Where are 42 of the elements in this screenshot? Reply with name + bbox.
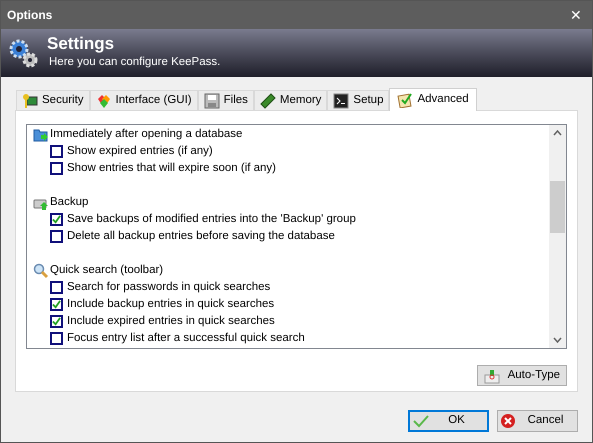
tab[interactable]: Interface (GUI) — [90, 90, 198, 110]
scroll-thumb[interactable] — [550, 180, 565, 232]
checkbox[interactable] — [50, 315, 63, 328]
folder-icon — [33, 126, 49, 142]
ok-button[interactable]: OK — [408, 410, 489, 432]
tab[interactable]: Files — [198, 90, 254, 110]
header-subtitle: Here you can configure KeePass. — [48, 55, 220, 70]
group-heading: Quick search (toolbar) — [50, 262, 164, 278]
hearts-icon — [96, 92, 112, 108]
window-title: Options — [7, 7, 52, 24]
checkmark-icon — [413, 413, 429, 429]
gears-icon — [7, 37, 39, 69]
cancel-button[interactable]: Cancel — [497, 410, 578, 432]
checkbox[interactable] — [50, 162, 63, 175]
group-heading: Immediately after opening a database — [50, 126, 242, 142]
option-label: Include backup entries in quick searches — [67, 296, 274, 312]
checkbox[interactable] — [50, 213, 63, 226]
option-label: Focus entry list after a successful quick search — [67, 330, 305, 346]
auto-type-button[interactable]: Auto-Type — [476, 365, 567, 386]
checkbox[interactable] — [50, 298, 63, 311]
option-label: Delete all backup entries before saving the database — [67, 228, 335, 244]
checkbox[interactable] — [50, 332, 63, 345]
tab[interactable]: Security — [16, 90, 90, 110]
error-icon — [500, 413, 516, 429]
scrollbar[interactable] — [549, 125, 566, 348]
checkbox[interactable] — [50, 281, 63, 294]
checkbox[interactable] — [50, 230, 63, 243]
tab[interactable]: Setup — [327, 90, 390, 110]
header-title: Settings — [47, 34, 116, 54]
close-button[interactable]: ✕ — [566, 4, 586, 26]
option-label: Search for passwords in quick searches — [67, 280, 270, 295]
group-heading: Backup — [50, 194, 88, 210]
key-icon — [22, 92, 38, 108]
tab[interactable]: Memory — [254, 90, 328, 110]
checkbox[interactable] — [50, 145, 63, 158]
option-label: Include expired entries in quick searches — [67, 314, 275, 329]
search-icon — [33, 262, 49, 278]
option-label: Show expired entries (if any) — [67, 144, 213, 159]
tab[interactable]: Advanced — [389, 88, 477, 111]
checklist-icon — [397, 92, 414, 108]
option-label: Show entries that will expire soon (if any) — [67, 160, 276, 176]
option-label: Save backups of modified entries into the 'Backup' group — [67, 212, 356, 227]
